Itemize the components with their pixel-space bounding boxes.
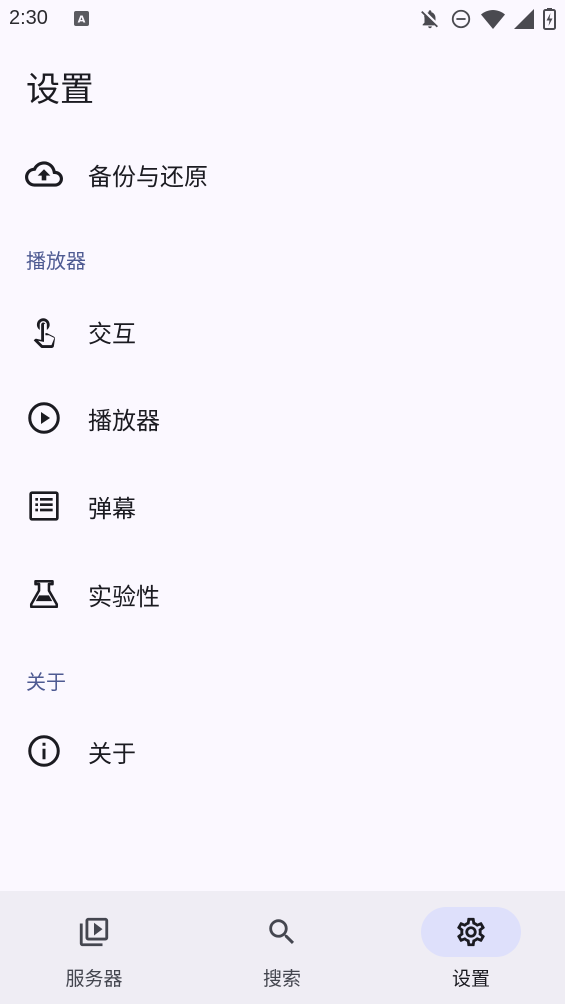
settings-item-about[interactable]: 关于: [0, 711, 565, 791]
status-icons: [419, 7, 556, 31]
settings-item-label: 交互: [88, 319, 136, 348]
cellular-signal-icon: [514, 9, 534, 29]
search-icon: [232, 907, 332, 957]
nav-item-search[interactable]: 搜索: [188, 891, 376, 1004]
settings-item-label: 弹幕: [88, 494, 136, 523]
flask-icon: [24, 574, 64, 614]
section-header-player: 播放器: [26, 249, 86, 273]
video-library-icon: [44, 907, 144, 957]
settings-item-label: 实验性: [88, 582, 160, 611]
page-title: 设置: [26, 70, 94, 110]
bell-off-icon: [421, 10, 438, 29]
settings-item-danmaku[interactable]: 弹幕: [0, 466, 565, 546]
nav-label: 搜索: [262, 968, 301, 990]
nav-label: 设置: [451, 968, 490, 990]
gear-icon: [421, 907, 521, 957]
info-icon: [24, 731, 64, 771]
cloud-upload-icon: [24, 154, 64, 194]
svg-text:A: A: [78, 15, 86, 26]
settings-item-player[interactable]: 播放器: [0, 378, 565, 458]
danmaku-icon: [24, 486, 64, 526]
settings-item-label: 备份与还原: [88, 162, 208, 191]
notification-a-icon: A: [74, 11, 89, 26]
battery-charging-icon: [543, 8, 556, 30]
settings-item-backup-restore[interactable]: 备份与还原: [0, 134, 565, 214]
play-circle-icon: [24, 398, 64, 438]
section-header-about: 关于: [26, 670, 66, 694]
settings-item-label: 关于: [88, 739, 136, 768]
status-time: 2:30: [9, 7, 48, 29]
wifi-icon: [481, 10, 505, 29]
nav-label: 服务器: [65, 968, 123, 990]
status-bar: 2:30 A: [0, 0, 565, 38]
settings-item-interaction[interactable]: 交互: [0, 291, 565, 371]
touch-icon: [24, 311, 64, 351]
settings-item-experimental[interactable]: 实验性: [0, 554, 565, 634]
do-not-disturb-icon: [451, 9, 471, 29]
nav-item-settings[interactable]: 设置: [377, 891, 565, 1004]
settings-item-label: 播放器: [88, 406, 160, 435]
bottom-navigation: 服务器 搜索 设置: [0, 891, 565, 1004]
nav-item-servers[interactable]: 服务器: [0, 891, 188, 1004]
